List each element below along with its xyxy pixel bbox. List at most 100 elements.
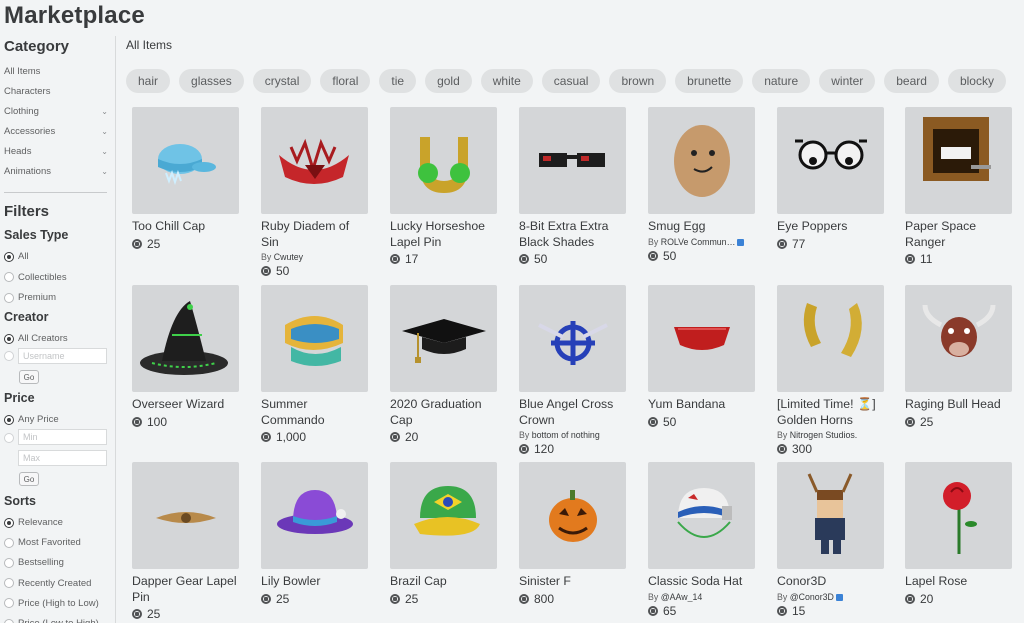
item-creator[interactable]: By bottom of nothing — [519, 430, 623, 440]
item-thumbnail[interactable] — [390, 462, 497, 569]
creator-name[interactable]: ROLVe Commun… — [661, 237, 736, 247]
item-creator[interactable]: By ROLVe Commun… — [648, 237, 752, 247]
tag-chip-floral[interactable]: floral — [320, 69, 371, 93]
tag-chip-winter[interactable]: winter — [819, 69, 876, 93]
item-name[interactable]: Lily Bowler — [261, 574, 369, 590]
item-card[interactable]: Yum Bandana 50 — [648, 285, 756, 429]
item-thumbnail[interactable] — [519, 285, 626, 392]
sorts-option-recently-created[interactable]: Recently Created — [4, 578, 91, 589]
item-thumbnail[interactable] — [648, 107, 755, 214]
creator-option-all[interactable]: All Creators — [4, 333, 68, 344]
tag-chip-glasses[interactable]: glasses — [179, 69, 244, 93]
item-thumbnail[interactable] — [777, 107, 884, 214]
category-item-heads[interactable]: Heads ⌄ — [4, 146, 110, 157]
tag-chip-white[interactable]: white — [480, 69, 533, 93]
sorts-option-price-high-to-low[interactable]: Price (High to Low) — [4, 598, 99, 609]
item-card[interactable]: Blue Angel Cross Crown By bottom of nothi… — [519, 285, 627, 456]
sales-type-option-premium[interactable]: Premium — [4, 292, 56, 303]
item-name[interactable]: Lapel Rose — [905, 574, 1013, 590]
item-thumbnail[interactable] — [261, 285, 368, 392]
item-card[interactable]: Raging Bull Head 25 — [905, 285, 1013, 429]
tag-chip-blocky[interactable]: blocky — [947, 69, 1006, 93]
tag-chip-beard[interactable]: beard — [884, 69, 939, 93]
tag-chip-brunette[interactable]: brunette — [675, 69, 744, 93]
price-option-custom[interactable] — [4, 433, 18, 443]
item-thumbnail[interactable] — [777, 462, 884, 569]
item-thumbnail[interactable] — [648, 285, 755, 392]
item-name[interactable]: Eye Poppers — [777, 219, 885, 235]
item-card[interactable]: Paper Space Ranger 11 — [905, 107, 1013, 266]
item-card[interactable]: Eye Poppers 77 — [777, 107, 885, 251]
item-card[interactable]: [Limited Time! ⏳] Golden Horns By Nitroge… — [777, 285, 885, 456]
item-name[interactable]: Too Chill Cap — [132, 219, 240, 235]
item-name[interactable]: Raging Bull Head — [905, 397, 1013, 413]
sorts-option-relevance[interactable]: Relevance — [4, 517, 63, 528]
min-price-input[interactable] — [18, 429, 107, 445]
item-card[interactable]: Smug Egg By ROLVe Commun… 50 — [648, 107, 756, 263]
item-name[interactable]: Paper Space Ranger — [905, 219, 1013, 250]
item-name[interactable]: Summer Commando — [261, 397, 369, 428]
category-item-animations[interactable]: Animations ⌄ — [4, 166, 110, 177]
item-card[interactable]: Summer Commando 1,000 — [261, 285, 369, 444]
item-creator[interactable]: By Cwutey — [261, 252, 365, 262]
item-thumbnail[interactable] — [905, 462, 1012, 569]
tag-chip-brown[interactable]: brown — [609, 69, 667, 93]
sales-type-option-all[interactable]: All — [4, 251, 29, 262]
creator-name[interactable]: Cwutey — [274, 252, 303, 262]
creator-name[interactable]: bottom of nothing — [532, 430, 600, 440]
sorts-option-price-low-to-high[interactable]: Price (Low to High) — [4, 618, 99, 623]
creator-name[interactable]: @AAw_14 — [661, 592, 703, 602]
item-thumbnail[interactable] — [519, 462, 626, 569]
tag-chip-crystal[interactable]: crystal — [252, 69, 312, 93]
item-card[interactable]: Sinister F 800 — [519, 462, 627, 606]
category-item-accessories[interactable]: Accessories ⌄ — [4, 126, 110, 137]
creator-name[interactable]: Nitrogen Studios. — [790, 430, 857, 440]
item-card[interactable]: Lily Bowler 25 — [261, 462, 369, 606]
item-thumbnail[interactable] — [132, 107, 239, 214]
item-name[interactable]: Dapper Gear Lapel Pin — [132, 574, 240, 605]
item-card[interactable]: Conor3D By @Conor3D 15 — [777, 462, 885, 618]
item-thumbnail[interactable] — [390, 285, 497, 392]
item-thumbnail[interactable] — [519, 107, 626, 214]
item-name[interactable]: 8-Bit Extra Extra Black Shades — [519, 219, 627, 250]
item-card[interactable]: Overseer Wizard 100 — [132, 285, 240, 429]
item-name[interactable]: 2020 Graduation Cap — [390, 397, 498, 428]
item-name[interactable]: Yum Bandana — [648, 397, 756, 413]
item-thumbnail[interactable] — [777, 285, 884, 392]
max-price-input[interactable] — [18, 450, 107, 466]
sales-type-option-collectibles[interactable]: Collectibles — [4, 272, 67, 283]
item-name[interactable]: Blue Angel Cross Crown — [519, 397, 627, 428]
tag-chip-gold[interactable]: gold — [425, 69, 472, 93]
sorts-option-bestselling[interactable]: Bestselling — [4, 557, 64, 568]
category-item-characters[interactable]: Characters — [4, 86, 110, 97]
item-name[interactable]: Classic Soda Hat — [648, 574, 756, 590]
price-go-button[interactable]: Go — [19, 472, 39, 486]
item-card[interactable]: Ruby Diadem of Sin By Cwutey 50 — [261, 107, 369, 278]
item-creator[interactable]: By Nitrogen Studios. — [777, 430, 881, 440]
price-option-any[interactable]: Any Price — [4, 414, 59, 425]
item-thumbnail[interactable] — [905, 285, 1012, 392]
tag-chip-casual[interactable]: casual — [541, 69, 601, 93]
item-card[interactable]: Dapper Gear Lapel Pin 25 — [132, 462, 240, 621]
item-thumbnail[interactable] — [648, 462, 755, 569]
item-name[interactable]: Conor3D — [777, 574, 885, 590]
item-card[interactable]: Classic Soda Hat By @AAw_14 65 — [648, 462, 756, 618]
item-thumbnail[interactable] — [261, 462, 368, 569]
item-card[interactable]: Lucky Horseshoe Lapel Pin 17 — [390, 107, 498, 266]
item-name[interactable]: Ruby Diadem of Sin — [261, 219, 369, 250]
tag-chip-hair[interactable]: hair — [126, 69, 171, 93]
item-creator[interactable]: By @AAw_14 — [648, 592, 752, 602]
category-item-clothing[interactable]: Clothing ⌄ — [4, 106, 110, 117]
creator-name[interactable]: @Conor3D — [790, 592, 834, 602]
creator-go-button[interactable]: Go — [19, 370, 39, 384]
sorts-option-most-favorited[interactable]: Most Favorited — [4, 537, 81, 548]
item-card[interactable]: Brazil Cap 25 — [390, 462, 498, 606]
tag-chip-tie[interactable]: tie — [379, 69, 417, 93]
creator-option-username[interactable] — [4, 351, 18, 361]
item-thumbnail[interactable] — [390, 107, 497, 214]
item-card[interactable]: Lapel Rose 20 — [905, 462, 1013, 606]
item-card[interactable]: 2020 Graduation Cap 20 — [390, 285, 498, 444]
item-name[interactable]: Lucky Horseshoe Lapel Pin — [390, 219, 498, 250]
item-card[interactable]: Too Chill Cap 25 — [132, 107, 240, 251]
item-name[interactable]: Brazil Cap — [390, 574, 498, 590]
